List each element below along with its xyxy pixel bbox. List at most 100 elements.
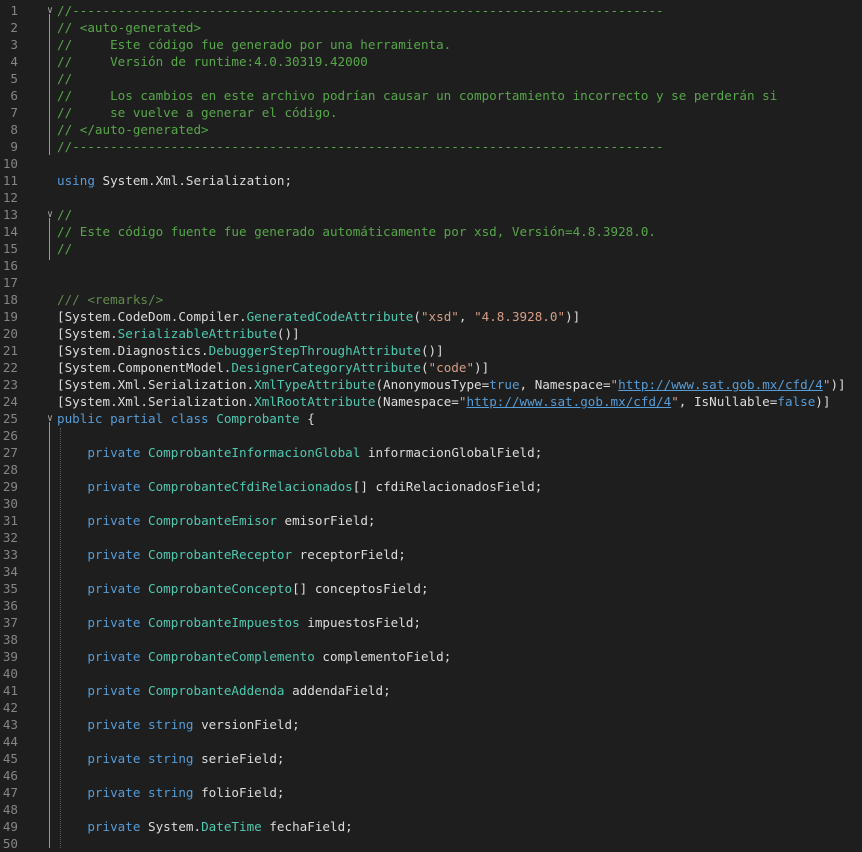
code-line[interactable]: 30 [0, 495, 862, 512]
code-line[interactable]: 1 ∨//------------------------------------… [0, 2, 862, 19]
type-name-token: ComprobanteComplemento [148, 649, 315, 664]
collapse-chevron-icon[interactable]: ∨ [45, 410, 55, 427]
code-line[interactable]: 6 // Los cambios en este archivo podrían … [0, 87, 862, 104]
code-text-token: , IsNullable= [678, 394, 778, 409]
line-number: 13 [2, 207, 18, 222]
code-line[interactable]: 37 private ComprobanteImpuestos impuesto… [0, 614, 862, 631]
keyword-token: private [87, 513, 149, 528]
code-line[interactable]: 4 // Versión de runtime:4.0.30319.42000 [0, 53, 862, 70]
code-line[interactable]: 47 private string folioField; [0, 784, 862, 801]
code-line[interactable]: 5 // [0, 70, 862, 87]
code-line[interactable]: 33 private ComprobanteReceptor receptorF… [0, 546, 862, 563]
code-line[interactable]: 41 private ComprobanteAddenda addendaFie… [0, 682, 862, 699]
comment-token: // Versión de runtime:4.0.30319.42000 [57, 54, 368, 69]
keyword-token: private [87, 615, 149, 630]
code-line[interactable]: 10 [0, 155, 862, 172]
type-name-token: XmlTypeAttribute [254, 377, 376, 392]
code-line[interactable]: 50 [0, 835, 862, 852]
line-number: 5 [10, 71, 18, 86]
comment-token: // <auto-generated> [57, 20, 202, 35]
code-content: // Los cambios en este archivo podrían c… [57, 87, 777, 104]
code-content: private ComprobanteEmisor emisorField; [57, 512, 375, 529]
code-line[interactable]: 24 [System.Xml.Serialization.XmlRootAttri… [0, 393, 862, 410]
line-number: 3 [10, 37, 18, 52]
code-content: /// <remarks/> [57, 291, 163, 308]
line-number: 14 [2, 224, 18, 239]
type-name-token: ComprobanteCfdiRelacionados [148, 479, 353, 494]
code-line[interactable]: 46 [0, 767, 862, 784]
code-line[interactable]: 39 private ComprobanteComplemento comple… [0, 648, 862, 665]
code-line[interactable]: 43 private string versionField; [0, 716, 862, 733]
code-content: private System.DateTime fechaField; [57, 818, 352, 835]
code-line[interactable]: 7 // se vuelve a generar el código. [0, 104, 862, 121]
code-text-token: folioField; [193, 785, 285, 800]
code-editor[interactable]: 1 ∨//------------------------------------… [0, 0, 862, 851]
code-line[interactable]: 9 //-------------------------------------… [0, 138, 862, 155]
url-link[interactable]: http://www.sat.gob.mx/cfd/4 [618, 377, 823, 392]
code-line[interactable]: 38 [0, 631, 862, 648]
code-text-token: [System.Xml.Serialization. [57, 377, 255, 392]
code-line[interactable]: 21 [System.Diagnostics.DebuggerStepThroug… [0, 342, 862, 359]
line-number: 37 [2, 615, 18, 630]
code-line[interactable]: 14 // Este código fuente fue generado aut… [0, 223, 862, 240]
code-line[interactable]: 49 private System.DateTime fechaField; [0, 818, 862, 835]
line-number: 24 [2, 394, 18, 409]
code-text-token: [System.CodeDom.Compiler. [57, 309, 247, 324]
line-number: 49 [2, 819, 18, 834]
code-line[interactable]: 22 [System.ComponentModel.DesignerCategor… [0, 359, 862, 376]
code-line[interactable]: 32 [0, 529, 862, 546]
code-line[interactable]: 44 [0, 733, 862, 750]
code-line[interactable]: 45 private string serieField; [0, 750, 862, 767]
code-line[interactable]: 23 [System.Xml.Serialization.XmlTypeAttri… [0, 376, 862, 393]
collapse-chevron-icon[interactable]: ∨ [45, 2, 55, 19]
code-text-token: )] [474, 360, 490, 375]
code-line[interactable]: 18 /// <remarks/> [0, 291, 862, 308]
code-content: private ComprobanteComplemento complemen… [57, 648, 451, 665]
code-line[interactable]: 31 private ComprobanteEmisor emisorField… [0, 512, 862, 529]
code-line[interactable]: 17 [0, 274, 862, 291]
code-text-token: [] cfdiRelacionadosField; [352, 479, 543, 494]
code-line[interactable]: 12 [0, 189, 862, 206]
code-line[interactable]: 19 [System.CodeDom.Compiler.GeneratedCode… [0, 308, 862, 325]
line-number: 4 [10, 54, 18, 69]
xml-doc-comment-token: /// <remarks/> [57, 292, 164, 307]
code-line[interactable]: 15 // [0, 240, 862, 257]
comment-token: // [57, 241, 73, 256]
line-number: 11 [2, 173, 18, 188]
code-line[interactable]: 29 private ComprobanteCfdiRelacionados[]… [0, 478, 862, 495]
code-line[interactable]: 11 using System.Xml.Serialization; [0, 172, 862, 189]
code-line[interactable]: 16 [0, 257, 862, 274]
url-link[interactable]: http://www.sat.gob.mx/cfd/4 [466, 394, 671, 409]
line-number: 17 [2, 275, 18, 290]
line-number: 10 [2, 156, 18, 171]
code-line[interactable]: 35 private ComprobanteConcepto[] concept… [0, 580, 862, 597]
code-line[interactable]: 26 [0, 427, 862, 444]
code-line[interactable]: 27 private ComprobanteInformacionGlobal … [0, 444, 862, 461]
collapse-chevron-icon[interactable]: ∨ [45, 206, 55, 223]
code-content: [System.ComponentModel.DesignerCategoryA… [57, 359, 489, 376]
code-line[interactable]: 34 [0, 563, 862, 580]
code-line[interactable]: 36 [0, 597, 862, 614]
code-line[interactable]: 28 [0, 461, 862, 478]
code-line[interactable]: 2 // <auto-generated> [0, 19, 862, 36]
code-content: private ComprobanteImpuestos impuestosFi… [57, 614, 421, 631]
code-content: private ComprobanteAddenda addendaField; [57, 682, 390, 699]
code-line[interactable]: 13 ∨// [0, 206, 862, 223]
code-line[interactable]: 40 [0, 665, 862, 682]
code-line[interactable]: 25 ∨ public partial class Comprobante { [0, 410, 862, 427]
code-line[interactable]: 8 // </auto-generated> [0, 121, 862, 138]
comment-token: // Este código fue generado por una herr… [57, 37, 452, 52]
code-line[interactable]: 48 [0, 801, 862, 818]
code-line[interactable]: 3 // Este código fue generado por una her… [0, 36, 862, 53]
keyword-token: private [87, 547, 149, 562]
code-line[interactable]: 20 [System.SerializableAttribute()] [0, 325, 862, 342]
code-line[interactable]: 42 [0, 699, 862, 716]
line-number: 46 [2, 768, 18, 783]
code-text-token: [System.Xml.Serialization. [57, 394, 255, 409]
keyword-token: true [489, 377, 520, 392]
type-name-token: ComprobanteEmisor [148, 513, 277, 528]
